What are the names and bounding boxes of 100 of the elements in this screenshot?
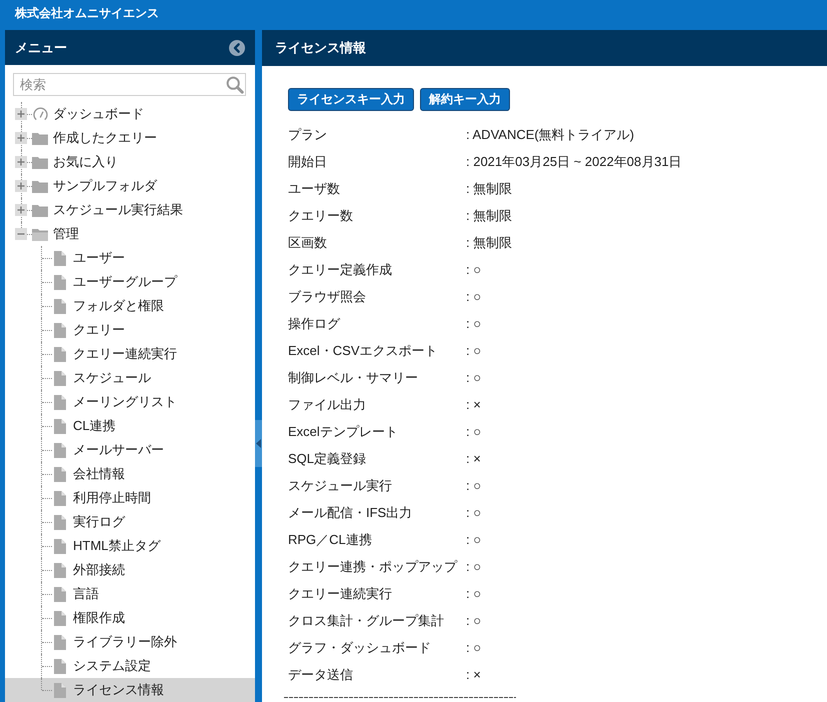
document-icon [54,298,66,314]
folder-icon [32,180,48,192]
plus-icon[interactable] [15,204,27,216]
tree-item[interactable]: CL連携 [5,414,255,438]
search-field[interactable]: 検索 [13,73,246,96]
info-label: クエリー定義作成 [288,260,393,278]
document-icon [54,346,66,362]
tree-item[interactable]: サンプルフォルダ [5,174,255,198]
document-icon [54,370,66,386]
document-icon [54,658,66,674]
info-label: 操作ログ [288,314,342,332]
info-value: : 2021年03月25日 ~ 2022年08月31日 [466,152,682,170]
tree-item[interactable]: ダッシュボード [5,102,255,126]
document-icon [54,442,66,458]
plus-icon[interactable] [15,156,27,168]
info-label: ファイル出力 [288,396,367,414]
info-label: 制御レベル・サマリー [288,368,419,386]
tree-item[interactable]: メーリングリスト [5,390,255,414]
folder-icon [32,156,48,168]
search-icon[interactable] [226,76,244,94]
splitter-handle[interactable] [255,420,262,467]
tree-item[interactable]: 外部接続 [5,558,255,582]
info-value: : ○ [466,289,482,304]
gauge-icon [32,106,48,122]
info-value: : ○ [466,343,482,358]
document-icon [54,322,66,338]
info-label: SQL定義登録 [288,450,368,468]
plus-icon[interactable] [15,108,27,120]
tree-item[interactable]: ユーザー [5,246,255,270]
tree-item[interactable]: スケジュール [5,366,255,390]
info-label: スケジュール実行 [288,476,393,494]
tree-item[interactable]: システム設定 [5,654,255,678]
info-value: : × [466,667,481,682]
info-value: : ○ [466,370,482,385]
tree-item[interactable]: 実行ログ [5,510,255,534]
document-icon [54,466,66,482]
document-icon [54,634,66,650]
open-folder-icon [32,228,48,240]
plus-icon[interactable] [15,132,27,144]
tree-item[interactable]: 権限作成 [5,606,255,630]
info-value: : ADVANCE(無料トライアル) [466,126,634,144]
document-icon [54,274,66,290]
info-value: : ○ [466,559,482,574]
info-label: グラフ・ダッシュボード [288,638,432,656]
tree-item[interactable]: 会社情報 [5,462,255,486]
info-value: : × [466,397,481,412]
document-icon [54,586,66,602]
minus-icon[interactable] [15,228,27,240]
info-value: : ○ [466,262,482,277]
document-icon [54,610,66,626]
tree-item[interactable]: 作成したクエリー [5,126,255,150]
info-label: 区画数 [288,234,328,252]
tree-item[interactable]: ユーザーグループ [5,270,255,294]
collapse-icon[interactable] [229,40,245,56]
plus-icon[interactable] [15,180,27,192]
menu-title: メニュー [15,38,67,56]
tree-item[interactable]: クエリー連続実行 [5,342,255,366]
document-icon [54,538,66,554]
company-name: 株式会社オムニサイエンス [15,4,159,22]
info-label: プラン [288,126,328,144]
info-value: : 無制限 [466,234,512,252]
info-value: : ○ [466,640,482,655]
info-label: ユーザ数 [288,180,341,198]
info-value: : ○ [466,505,482,520]
document-icon [54,250,66,266]
info-value: : ○ [466,478,482,493]
tree-item[interactable]: 利用停止時間 [5,486,255,510]
info-value: : × [466,451,481,466]
info-label: クエリー連携・ポップアップ [288,558,458,576]
tree-item[interactable]: クエリー [5,318,255,342]
tree-item[interactable]: 言語 [5,582,255,606]
info-value: : ○ [466,586,482,601]
document-icon [54,394,66,410]
tree-item[interactable]: ライセンス情報 [5,678,255,702]
folder-icon [32,204,48,216]
action-button[interactable]: ライセンスキー入力 [288,88,414,111]
folder-icon [32,132,48,144]
tree-item[interactable]: HTML禁止タグ [5,534,255,558]
info-label: Excel・CSVエクスポート [288,342,439,360]
info-label: RPG／CL連携 [288,530,373,548]
info-label: クエリー連続実行 [288,584,393,602]
tree-item[interactable]: スケジュール実行結果 [5,198,255,222]
info-value: : ○ [466,613,482,628]
action-button[interactable]: 解約キー入力 [420,88,510,111]
document-icon [54,418,66,434]
tree-item[interactable]: ライブラリー除外 [5,630,255,654]
document-icon [54,490,66,506]
page-title: ライセンス情報 [275,39,366,57]
tree-item[interactable]: 管理 [5,222,255,246]
info-label: クロス集計・グループ集計 [288,612,445,630]
info-label: ブラウザ照会 [288,288,367,306]
info-value: : 無制限 [466,180,512,198]
document-icon [54,562,66,578]
info-value: : ○ [466,424,482,439]
info-label: メール配信・IFS出力 [288,504,414,522]
document-icon [54,682,66,698]
tree-item[interactable]: フォルダと権限 [5,294,255,318]
tree-item[interactable]: お気に入り [5,150,255,174]
tree-item[interactable]: メールサーバー [5,438,255,462]
info-label: Excelテンプレート [288,422,399,440]
